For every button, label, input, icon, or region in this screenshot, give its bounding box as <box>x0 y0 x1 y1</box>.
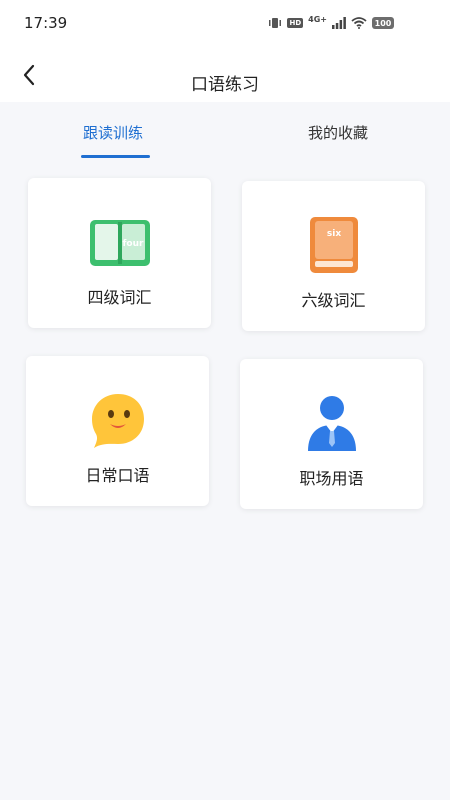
card-cet6-vocabulary[interactable]: six 六级词汇 <box>242 181 425 331</box>
smiley-chat-icon <box>91 394 144 448</box>
main-content: 跟读训练 我的收藏 four 四级词汇 six 六级词汇 日常口语 职场用语 <box>0 102 450 800</box>
battery-icon: 100 <box>372 17 394 29</box>
active-tab-indicator <box>81 155 150 158</box>
status-icons: HD 4G+ 100 <box>268 14 394 29</box>
network-type: 4G+ <box>308 14 327 24</box>
status-time: 17:39 <box>24 14 68 32</box>
book-cover-text: six <box>326 229 340 239</box>
vibrate-icon <box>269 18 282 28</box>
card-daily-speaking[interactable]: 日常口语 <box>26 356 209 506</box>
hd-badge: HD <box>287 18 304 28</box>
status-bar: 17:39 HD 4G+ 100 <box>0 0 450 48</box>
wifi-icon <box>351 17 367 29</box>
green-book-icon: four <box>89 220 150 266</box>
book-cover-text: four <box>122 239 144 249</box>
signal-icon <box>332 17 346 29</box>
card-label: 六级词汇 <box>301 291 366 310</box>
tab-follow-reading[interactable]: 跟读训练 <box>83 122 143 143</box>
business-person-icon <box>307 396 356 451</box>
card-cet4-vocabulary[interactable]: four 四级词汇 <box>28 178 211 328</box>
tab-bar: 跟读训练 我的收藏 <box>0 102 450 162</box>
card-label: 职场用语 <box>299 469 364 488</box>
card-label: 日常口语 <box>85 466 150 485</box>
card-workplace-phrases[interactable]: 职场用语 <box>240 359 423 509</box>
card-label: 四级词汇 <box>87 288 152 307</box>
orange-book-icon: six <box>309 217 358 273</box>
nav-bar: 口语练习 <box>0 48 450 102</box>
tab-my-favorites[interactable]: 我的收藏 <box>308 122 368 143</box>
page-title: 口语练习 <box>191 75 259 95</box>
